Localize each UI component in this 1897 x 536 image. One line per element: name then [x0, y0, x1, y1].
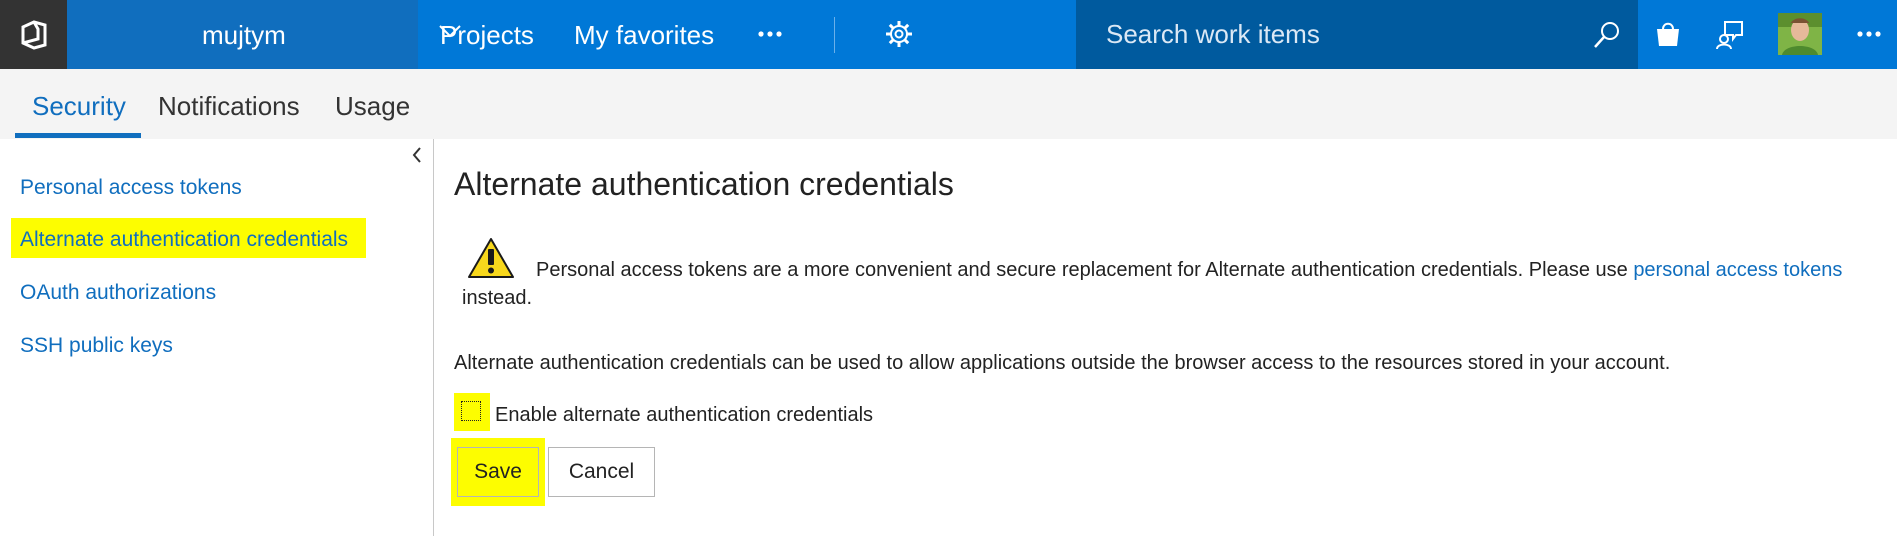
- search-input[interactable]: [1106, 14, 1576, 54]
- shopping-bag-icon[interactable]: [1654, 20, 1682, 53]
- account-switcher[interactable]: mujtym: [67, 0, 461, 69]
- save-button[interactable]: Save: [457, 447, 539, 497]
- enable-credentials-label[interactable]: Enable alternate authentication credenti…: [495, 404, 873, 427]
- settings-tab-bar: Security Notifications Usage: [0, 69, 1897, 139]
- more-icon[interactable]: [757, 24, 783, 49]
- sidebar-item-ssh-public-keys[interactable]: SSH public keys: [20, 334, 173, 358]
- cancel-button[interactable]: Cancel: [548, 447, 655, 497]
- tab-notifications[interactable]: Notifications: [158, 91, 300, 122]
- page-title: Alternate authentication credentials: [454, 166, 954, 202]
- enable-credentials-checkbox[interactable]: [461, 401, 481, 421]
- top-navigation-bar: mujtym Projects My favorites: [0, 0, 1897, 69]
- search-box: [1076, 0, 1638, 69]
- active-tab-indicator: [15, 133, 141, 138]
- collapse-chevron-icon[interactable]: [410, 146, 424, 169]
- sidebar-item-alternate-credentials[interactable]: Alternate authentication credentials: [20, 228, 348, 252]
- more-icon[interactable]: [1856, 24, 1882, 49]
- warning-text-end: instead.: [462, 287, 533, 309]
- nav-projects[interactable]: Projects: [440, 20, 534, 51]
- tab-usage[interactable]: Usage: [335, 91, 410, 122]
- nav-divider: [834, 17, 835, 53]
- avatar[interactable]: [1778, 13, 1822, 55]
- account-name: mujtym: [202, 20, 286, 50]
- description-text: Alternate authentication credentials can…: [454, 352, 1671, 374]
- gear-icon[interactable]: [885, 20, 913, 53]
- warning-text: Personal access tokens are a more conven…: [536, 259, 1634, 281]
- sidebar-item-personal-access-tokens[interactable]: Personal access tokens: [20, 176, 242, 200]
- warning-message: Personal access tokens are a more conven…: [462, 256, 1862, 312]
- vsts-logo-icon[interactable]: [0, 0, 67, 69]
- tab-security[interactable]: Security: [32, 91, 126, 122]
- personal-access-tokens-link[interactable]: personal access tokens: [1633, 259, 1842, 281]
- sidebar-item-oauth-authorizations[interactable]: OAuth authorizations: [20, 281, 216, 305]
- nav-my-favorites[interactable]: My favorites: [574, 20, 714, 51]
- feedback-icon[interactable]: [1716, 20, 1744, 55]
- search-icon[interactable]: [1592, 20, 1622, 55]
- sidebar-divider: [433, 139, 434, 536]
